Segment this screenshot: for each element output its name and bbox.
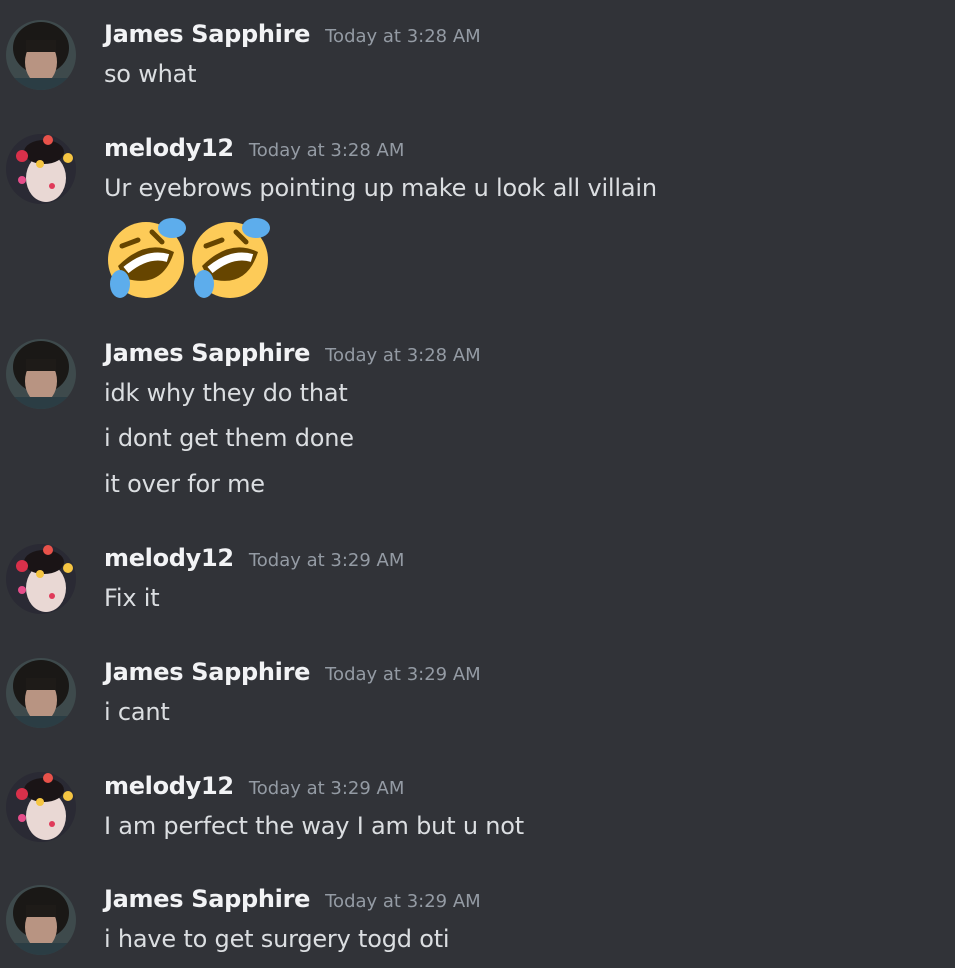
message-text: so what bbox=[104, 60, 197, 88]
message-timestamp: Today at 3:29 AM bbox=[248, 778, 405, 799]
avatar[interactable] bbox=[6, 20, 76, 90]
avatar[interactable] bbox=[6, 544, 76, 614]
author-name[interactable]: James Sapphire bbox=[104, 885, 310, 913]
message-text: it over for me bbox=[104, 470, 265, 498]
chat-message-list: James Sapphire Today at 3:28 AM so what … bbox=[0, 0, 955, 968]
message-timestamp: Today at 3:29 AM bbox=[325, 891, 481, 912]
message-text: Fix it bbox=[104, 584, 160, 612]
message-timestamp: Today at 3:28 AM bbox=[325, 26, 481, 47]
message-text: i dont get them done bbox=[104, 424, 354, 452]
message-timestamp: Today at 3:28 AM bbox=[248, 140, 405, 161]
avatar[interactable] bbox=[6, 134, 76, 204]
message-timestamp: Today at 3:29 AM bbox=[325, 664, 481, 685]
message-text: i cant bbox=[104, 698, 170, 726]
message-text: idk why they do that bbox=[104, 379, 348, 407]
message-timestamp: Today at 3:28 AM bbox=[325, 345, 481, 366]
author-name[interactable]: melody12 bbox=[104, 772, 234, 800]
avatar[interactable] bbox=[6, 658, 76, 728]
message-timestamp: Today at 3:29 AM bbox=[248, 550, 405, 571]
avatar[interactable] bbox=[6, 772, 76, 842]
rofl-emoji[interactable] bbox=[104, 216, 188, 300]
message-text: Ur eyebrows pointing up make u look all … bbox=[104, 174, 657, 202]
author-name[interactable]: James Sapphire bbox=[104, 339, 310, 367]
message-text: i have to get surgery togd oti bbox=[104, 925, 450, 953]
author-name[interactable]: melody12 bbox=[104, 134, 234, 162]
avatar[interactable] bbox=[6, 339, 76, 409]
author-name[interactable]: James Sapphire bbox=[104, 20, 310, 48]
author-name[interactable]: melody12 bbox=[104, 544, 234, 572]
rofl-emoji[interactable] bbox=[188, 216, 272, 300]
message-text: I am perfect the way I am but u not bbox=[104, 812, 524, 840]
avatar[interactable] bbox=[6, 885, 76, 955]
author-name[interactable]: James Sapphire bbox=[104, 658, 310, 686]
emoji-row bbox=[104, 216, 272, 300]
